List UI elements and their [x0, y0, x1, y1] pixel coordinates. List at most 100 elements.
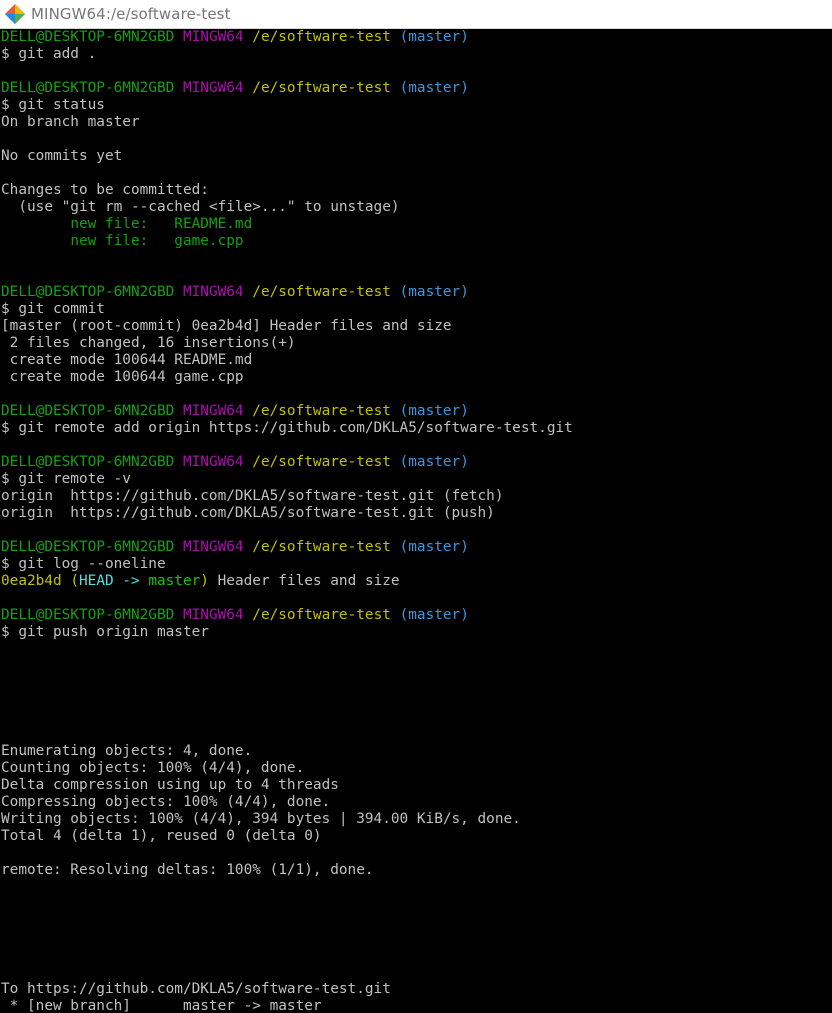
- terminal-text: HEAD ->: [79, 573, 149, 589]
- window-title: MINGW64:/e/software-test: [31, 5, 231, 23]
- terminal-output[interactable]: DELL@DESKTOP-6MN2GBD MINGW64 /e/software…: [0, 29, 832, 1013]
- terminal-text: /e/software-test: [252, 80, 391, 96]
- window-titlebar[interactable]: MINGW64:/e/software-test: [0, 0, 832, 29]
- terminal-text: [master (root-commit) 0ea2b4d] Header fi…: [1, 318, 452, 334]
- terminal-text: Header files and size: [208, 573, 400, 589]
- terminal-text: DELL@DESKTOP-6MN2GBD: [1, 80, 175, 96]
- terminal-text: DELL@DESKTOP-6MN2GBD: [1, 403, 175, 419]
- terminal-text: (master): [399, 284, 469, 300]
- terminal-line: $ git push origin master: [1, 624, 832, 641]
- terminal-line: new file: game.cpp: [1, 233, 832, 250]
- terminal-line: DELL@DESKTOP-6MN2GBD MINGW64 /e/software…: [1, 454, 832, 471]
- terminal-text: On branch master: [1, 114, 140, 130]
- terminal-line: $ git log --oneline: [1, 556, 832, 573]
- terminal-line: remote: Resolving deltas: 100% (1/1), do…: [1, 862, 832, 879]
- terminal-text: (master): [399, 403, 469, 419]
- terminal-text: To https://github.com/DKLA5/software-tes…: [1, 981, 391, 997]
- terminal-text: DELL@DESKTOP-6MN2GBD: [1, 454, 175, 470]
- terminal-text: /e/software-test: [252, 284, 391, 300]
- terminal-line: $ git commit: [1, 301, 832, 318]
- terminal-text: * [new branch] master -> master: [1, 998, 322, 1013]
- terminal-text: Writing objects: 100% (4/4), 394 bytes |…: [1, 811, 521, 827]
- terminal-text: (: [70, 573, 79, 589]
- terminal-line: $ git status: [1, 97, 832, 114]
- terminal-line: DELL@DESKTOP-6MN2GBD MINGW64 /e/software…: [1, 539, 832, 556]
- terminal-line: origin https://github.com/DKLA5/software…: [1, 488, 832, 505]
- terminal-text: (master): [399, 539, 469, 555]
- terminal-text: DELL@DESKTOP-6MN2GBD: [1, 539, 175, 555]
- terminal-text: Total 4 (delta 1), reused 0 (delta 0): [1, 828, 322, 844]
- terminal-text: $ git commit: [1, 301, 105, 317]
- terminal-text: DELL@DESKTOP-6MN2GBD: [1, 607, 175, 623]
- terminal-line: (use "git rm --cached <file>..." to unst…: [1, 199, 832, 216]
- terminal-text: $ git remote -v: [1, 471, 131, 487]
- terminal-text: DELL@DESKTOP-6MN2GBD: [1, 29, 175, 45]
- terminal-text: DELL@DESKTOP-6MN2GBD: [1, 284, 175, 300]
- terminal-text: Enumerating objects: 4, done.: [1, 743, 253, 759]
- terminal-text: MINGW64: [182, 284, 244, 300]
- terminal-text: MINGW64: [182, 403, 244, 419]
- terminal-line: create mode 100644 README.md: [1, 352, 832, 369]
- terminal-text: /e/software-test: [252, 403, 391, 419]
- terminal-text: /e/software-test: [252, 29, 391, 45]
- terminal-line: Delta compression using up to 4 threads: [1, 777, 832, 794]
- terminal-line: Enumerating objects: 4, done.: [1, 743, 832, 760]
- terminal-line: [master (root-commit) 0ea2b4d] Header fi…: [1, 318, 832, 335]
- terminal-text: new file: game.cpp: [70, 233, 244, 249]
- terminal-line: To https://github.com/DKLA5/software-tes…: [1, 981, 832, 998]
- terminal-text: $ git log --oneline: [1, 556, 166, 572]
- terminal-text: Delta compression using up to 4 threads: [1, 777, 339, 793]
- terminal-text: $ git remote add origin https://github.c…: [1, 420, 573, 436]
- terminal-line: Counting objects: 100% (4/4), done.: [1, 760, 832, 777]
- terminal-text: (master): [399, 454, 469, 470]
- terminal-text: Counting objects: 100% (4/4), done.: [1, 760, 305, 776]
- terminal-line: DELL@DESKTOP-6MN2GBD MINGW64 /e/software…: [1, 80, 832, 97]
- terminal-line: DELL@DESKTOP-6MN2GBD MINGW64 /e/software…: [1, 403, 832, 420]
- terminal-line: Total 4 (delta 1), reused 0 (delta 0): [1, 828, 832, 845]
- terminal-text: master: [148, 573, 201, 589]
- terminal-line: Writing objects: 100% (4/4), 394 bytes |…: [1, 811, 832, 828]
- terminal-line: 2 files changed, 16 insertions(+): [1, 335, 832, 352]
- terminal-text: Compressing objects: 100% (4/4), done.: [1, 794, 331, 810]
- terminal-line: $ git remote -v: [1, 471, 832, 488]
- terminal-text: /e/software-test: [252, 539, 391, 555]
